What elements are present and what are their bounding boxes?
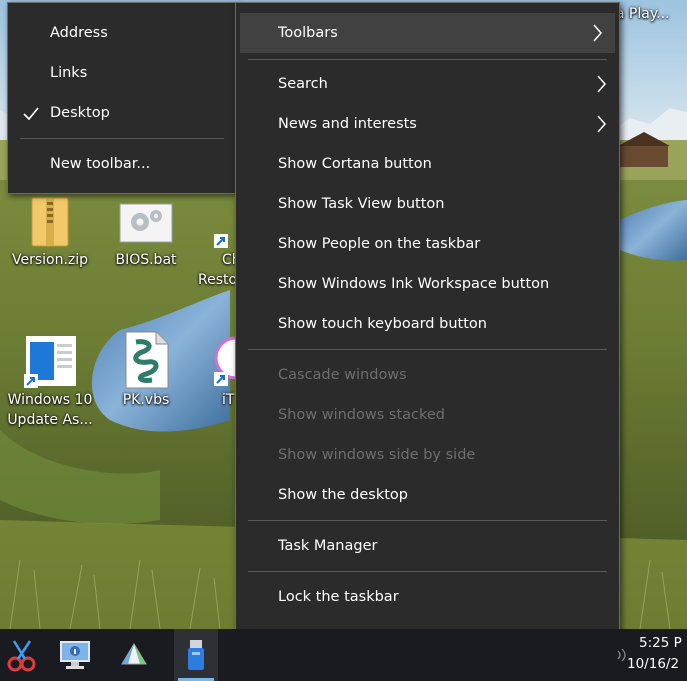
- taskbar-app-prism[interactable]: [112, 629, 156, 681]
- menu-item-address[interactable]: Address: [8, 13, 236, 53]
- menu-item-label: New toolbar...: [50, 156, 151, 172]
- windows-update-icon: [24, 336, 76, 388]
- menu-item-label: Show windows stacked: [278, 407, 446, 423]
- desktop-icon-label: iT: [222, 392, 235, 408]
- desktop-icon-pk-vbs[interactable]: PK.vbs: [100, 330, 192, 410]
- desktop-icon-itunes[interactable]: iT: [196, 334, 236, 410]
- desktop-icon-media-player[interactable]: ia Play...: [612, 4, 687, 24]
- desktop-icon-version-zip[interactable]: Version.zip: [4, 194, 96, 270]
- menu-item-show-ink-workspace[interactable]: Show Windows Ink Workspace button: [236, 264, 619, 304]
- taskbar-app-usb-active[interactable]: [174, 629, 218, 681]
- chevron-right-icon: [597, 115, 606, 133]
- itunes-icon: [214, 336, 236, 386]
- prism-app-icon: [121, 643, 147, 665]
- desktop-icon-label-line2: Resto: [198, 272, 236, 288]
- menu-separator: [248, 571, 607, 572]
- clock-date: 10/16/2: [627, 656, 680, 672]
- shortcut-arrow-icon: [214, 234, 228, 248]
- menu-item-task-manager[interactable]: Task Manager: [236, 526, 619, 566]
- menu-item-label: News and interests: [278, 116, 417, 132]
- menu-item-links[interactable]: Links: [8, 53, 236, 93]
- menu-item-new-toolbar[interactable]: New toolbar...: [8, 144, 236, 184]
- menu-item-label: Show touch keyboard button: [278, 316, 487, 332]
- menu-item-label: Address: [50, 25, 108, 41]
- menu-item-label: Desktop: [50, 105, 110, 121]
- batch-file-icon: [119, 203, 173, 243]
- menu-item-desktop[interactable]: Desktop: [8, 93, 236, 133]
- menu-item-label: Links: [50, 65, 88, 81]
- checkmark-icon: [23, 107, 39, 121]
- menu-item-label: Task Manager: [278, 538, 378, 554]
- menu-item-show-cortana-button[interactable]: Show Cortana button: [236, 144, 619, 184]
- chevron-right-icon: [593, 24, 602, 42]
- desktop-icon-label: Windows 10: [7, 392, 93, 408]
- scissors-tool-icon: [7, 640, 36, 672]
- menu-item-label: Show People on the taskbar: [278, 236, 481, 252]
- menu-item-show-the-desktop[interactable]: Show the desktop: [236, 475, 619, 515]
- menu-item-label: Show Windows Ink Workspace button: [278, 276, 550, 292]
- chevron-right-icon: [597, 75, 606, 93]
- menu-item-label: Cascade windows: [278, 367, 407, 383]
- taskbar-app-monitor[interactable]: [52, 629, 96, 681]
- menu-item-cascade-windows: Cascade windows: [236, 355, 619, 395]
- usb-drive-icon: [188, 640, 204, 670]
- menu-item-search[interactable]: Search: [236, 64, 619, 104]
- menu-item-label: Show windows side by side: [278, 447, 476, 463]
- desktop-icon-label-line2: Update As...: [7, 412, 93, 428]
- menu-item-lock-the-taskbar[interactable]: Lock the taskbar: [236, 577, 619, 617]
- desktop-icon-chrome-restore[interactable]: Ch Resto: [196, 198, 236, 290]
- menu-item-label: Lock the taskbar: [278, 589, 399, 605]
- menu-separator: [248, 59, 607, 60]
- menu-separator: [248, 349, 607, 350]
- desktop-icon-label: BIOS.bat: [115, 252, 177, 268]
- menu-item-show-touch-keyboard[interactable]: Show touch keyboard button: [236, 304, 619, 344]
- menu-item-show-windows-stacked: Show windows stacked: [236, 395, 619, 435]
- menu-item-news-and-interests[interactable]: News and interests: [236, 104, 619, 144]
- monitor-info-icon: [60, 641, 90, 669]
- menu-item-show-people[interactable]: Show People on the taskbar: [236, 224, 619, 264]
- desktop-icon-bios-bat[interactable]: BIOS.bat: [100, 198, 192, 270]
- menu-item-label: Show the desktop: [278, 487, 408, 503]
- menu-item-toolbars[interactable]: Toolbars: [240, 13, 615, 53]
- menu-item-label: Search: [278, 76, 328, 92]
- desktop-icon-label: Ch: [222, 252, 236, 268]
- taskbar[interactable]: 5:25 P 10/16/2: [0, 629, 687, 681]
- taskbar-app-snipping[interactable]: [0, 629, 44, 681]
- zip-folder-icon: [31, 197, 69, 247]
- menu-item-label: Show Task View button: [278, 196, 445, 212]
- menu-item-show-windows-side-by-side: Show windows side by side: [236, 435, 619, 475]
- menu-item-label: Toolbars: [278, 25, 338, 41]
- menu-item-show-task-view-button[interactable]: Show Task View button: [236, 184, 619, 224]
- vbscript-file-icon: [125, 331, 169, 389]
- menu-item-label: Show Cortana button: [278, 156, 432, 172]
- desktop-icon-label: ia Play...: [612, 6, 670, 22]
- menu-separator: [248, 520, 607, 521]
- clock-time: 5:25 P: [639, 635, 682, 651]
- taskbar-context-menu: Toolbars Search News and interests Show …: [235, 2, 620, 666]
- menu-separator: [20, 138, 224, 139]
- desktop-icon-label: Version.zip: [11, 252, 89, 268]
- toolbars-submenu: Address Links Desktop New toolbar...: [7, 2, 237, 194]
- desktop-icon-label: PK.vbs: [122, 392, 170, 408]
- desktop-icon-windows-update-assistant[interactable]: Windows 10 Update As...: [4, 334, 96, 430]
- system-clock[interactable]: 5:25 P 10/16/2: [627, 633, 687, 675]
